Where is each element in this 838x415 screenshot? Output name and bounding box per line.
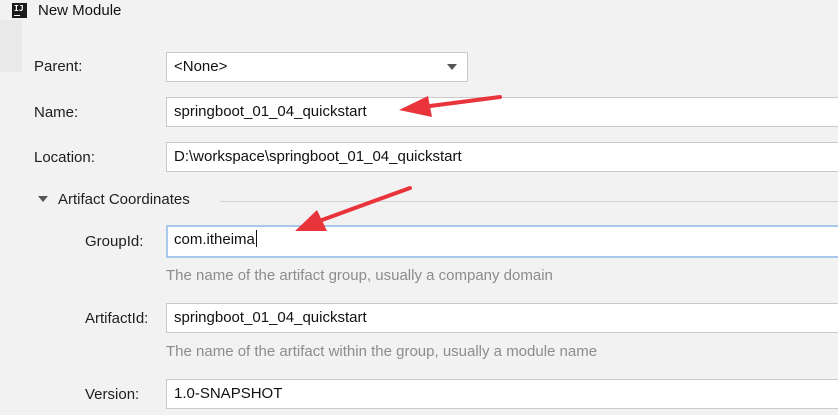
version-input-value: 1.0-SNAPSHOT bbox=[174, 385, 283, 402]
name-input[interactable]: springboot_01_04_quickstart bbox=[166, 97, 838, 127]
artifactid-hint: The name of the artifact within the grou… bbox=[166, 343, 598, 360]
artifactid-label: ArtifactId: bbox=[85, 310, 149, 327]
artifactid-input[interactable]: springboot_01_04_quickstart bbox=[166, 303, 838, 333]
location-label: Location: bbox=[34, 149, 95, 166]
groupid-arrow-shaft bbox=[320, 186, 412, 222]
version-input[interactable]: 1.0-SNAPSHOT bbox=[166, 379, 838, 409]
groupid-input[interactable]: com.itheima bbox=[166, 225, 838, 258]
chevron-down-icon[interactable] bbox=[447, 64, 457, 70]
intellij-icon: IJ bbox=[12, 3, 27, 18]
text-caret bbox=[255, 230, 257, 247]
version-label: Version: bbox=[85, 386, 140, 403]
groupid-hint: The name of the artifact group, usually … bbox=[166, 267, 553, 284]
artifactid-input-value: springboot_01_04_quickstart bbox=[174, 309, 367, 326]
section-divider bbox=[220, 201, 838, 202]
groupid-input-value: com.itheima bbox=[174, 231, 255, 248]
app-icon-underline bbox=[14, 15, 20, 16]
name-input-value: springboot_01_04_quickstart bbox=[174, 103, 367, 120]
parent-select-value: <None> bbox=[174, 58, 228, 75]
app-icon-text: IJ bbox=[14, 4, 24, 13]
location-input-value: D:\workspace\springboot_01_04_quickstart bbox=[174, 148, 462, 165]
parent-select[interactable]: <None> bbox=[166, 52, 468, 82]
location-input[interactable]: D:\workspace\springboot_01_04_quickstart bbox=[166, 142, 838, 172]
name-label: Name: bbox=[34, 104, 79, 121]
triangle-down-icon[interactable] bbox=[38, 196, 48, 202]
parent-label: Parent: bbox=[34, 58, 83, 75]
groupid-label: GroupId: bbox=[85, 233, 144, 250]
background-window-edge bbox=[0, 20, 22, 72]
artifact-coordinates-title[interactable]: Artifact Coordinates bbox=[58, 191, 190, 209]
dialog-title: New Module bbox=[38, 2, 122, 19]
new-module-dialog: IJ New Module Parent: <None> Name: sprin… bbox=[0, 0, 838, 415]
title-bar: IJ New Module bbox=[0, 0, 838, 26]
